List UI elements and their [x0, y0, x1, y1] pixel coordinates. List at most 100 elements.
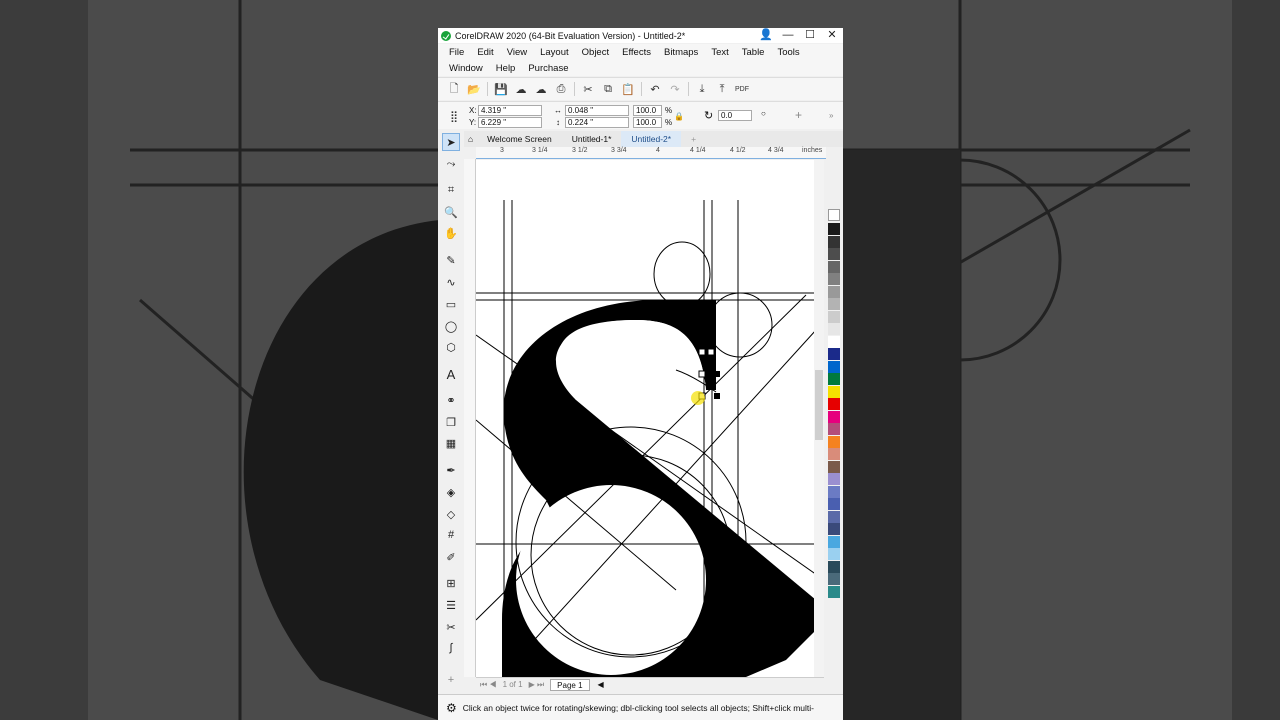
pick-tool-icon[interactable]: ➤	[442, 133, 460, 151]
color-swatch[interactable]	[828, 448, 840, 460]
smart-fill-icon[interactable]: ◇	[442, 505, 460, 523]
scale-width-field[interactable]: 100.0	[633, 105, 662, 116]
no-color-swatch[interactable]	[828, 209, 840, 221]
drawing-canvas[interactable]	[476, 160, 824, 677]
account-icon[interactable]: 👤	[755, 28, 777, 43]
object-origin-icon[interactable]: ⣿	[444, 107, 464, 125]
save-icon[interactable]: 💾	[491, 80, 511, 98]
menu-layout[interactable]: Layout	[533, 47, 575, 58]
color-swatch[interactable]	[828, 535, 840, 548]
close-button[interactable]: ✕	[821, 28, 843, 43]
color-swatch[interactable]	[828, 460, 840, 473]
horizontal-ruler[interactable]: 3 3 1/4 3 1/2 3 3/4 4 4 1/4 4 1/2 4 3/4 …	[476, 147, 826, 159]
artistic-media-icon[interactable]: ∿	[442, 273, 460, 291]
ellipse-tool-icon[interactable]: ◯	[442, 317, 460, 335]
hscroll-left-icon[interactable]: ◀	[598, 680, 604, 689]
color-swatch[interactable]	[828, 235, 840, 248]
color-swatch[interactable]	[828, 498, 840, 510]
color-swatch[interactable]	[828, 360, 840, 373]
color-swatch[interactable]	[828, 310, 840, 323]
menu-help[interactable]: Help	[489, 63, 522, 74]
vertical-ruler[interactable]	[464, 159, 476, 677]
rectangle-tool-icon[interactable]: ▭	[442, 295, 460, 313]
menu-table[interactable]: Table	[735, 47, 771, 58]
color-swatch[interactable]	[828, 523, 840, 535]
polygon-tool-icon[interactable]: ⬡	[442, 338, 460, 356]
menu-edit[interactable]: Edit	[470, 47, 499, 58]
menu-window[interactable]: Window	[442, 63, 489, 74]
color-swatch[interactable]	[828, 348, 840, 360]
export-icon[interactable]: ⤒	[712, 80, 732, 98]
color-swatch[interactable]	[828, 335, 840, 348]
rotation-field[interactable]: 0.0	[718, 110, 752, 121]
smudge-tool-icon[interactable]: ∫	[442, 639, 460, 657]
color-swatch[interactable]	[828, 223, 840, 235]
x-position-field[interactable]: 4.319 "	[478, 105, 542, 116]
menu-purchase[interactable]: Purchase	[521, 63, 574, 74]
open-icon[interactable]: 📂	[464, 80, 484, 98]
drop-shadow-icon[interactable]: ❐	[442, 413, 460, 431]
blend-tool-icon[interactable]: ⚭	[442, 391, 460, 409]
freehand-tool-icon[interactable]: ✎	[442, 251, 460, 269]
new-tab-icon[interactable]: +	[681, 131, 706, 147]
paste-icon[interactable]: 📋	[618, 80, 638, 98]
pan-tool-icon[interactable]: ✋	[442, 224, 460, 242]
menu-bitmaps[interactable]: Bitmaps	[657, 47, 704, 58]
add-preset-icon[interactable]: +	[795, 109, 802, 121]
color-swatch[interactable]	[828, 323, 840, 335]
color-swatch[interactable]	[828, 373, 840, 385]
add-tool-icon[interactable]: +	[442, 671, 460, 689]
dimension-tool-icon[interactable]: ☰	[442, 596, 460, 614]
maximize-button[interactable]: ☐	[799, 28, 821, 43]
copy-icon[interactable]: ⧉	[598, 80, 618, 98]
scale-height-field[interactable]: 100.0	[633, 117, 662, 128]
redo-icon[interactable]: ↷	[665, 80, 685, 98]
vertical-scrollbar[interactable]	[814, 160, 824, 677]
settings-gear-icon[interactable]: ⚙	[446, 701, 457, 715]
height-field[interactable]: 0.224 "	[565, 117, 629, 128]
color-swatch[interactable]	[828, 573, 840, 585]
color-swatch[interactable]	[828, 548, 840, 560]
crop-tool-icon[interactable]: ⌗	[442, 181, 460, 199]
color-swatch[interactable]	[828, 510, 840, 523]
color-swatch[interactable]	[828, 410, 840, 423]
transparency-icon[interactable]: ▦	[442, 434, 460, 452]
first-page-icon[interactable]: ⏮ ◀	[480, 680, 497, 690]
page-1-tab[interactable]: Page 1	[550, 678, 590, 691]
minimize-button[interactable]: —	[777, 28, 799, 43]
menu-text[interactable]: Text	[704, 47, 734, 58]
color-swatch[interactable]	[828, 260, 840, 273]
menu-object[interactable]: Object	[575, 47, 615, 58]
menu-effects[interactable]: Effects	[615, 47, 657, 58]
knife-tool-icon[interactable]: ✂	[442, 618, 460, 636]
menu-view[interactable]: View	[500, 47, 533, 58]
home-icon[interactable]: ⌂	[464, 131, 477, 147]
tab-welcome-screen[interactable]: Welcome Screen	[477, 131, 562, 147]
color-swatch[interactable]	[828, 435, 840, 448]
cloud-download-icon[interactable]: ☁	[531, 80, 551, 98]
shape-tool-icon[interactable]: ⤳	[442, 155, 460, 173]
color-swatch[interactable]	[828, 585, 840, 598]
y-position-field[interactable]: 6.229 "	[478, 117, 542, 128]
cloud-upload-icon[interactable]: ☁	[511, 80, 531, 98]
color-swatch[interactable]	[828, 485, 840, 498]
scroll-thumb[interactable]	[815, 370, 823, 440]
tab-untitled-2[interactable]: Untitled-2*	[621, 131, 682, 147]
color-swatch[interactable]	[828, 398, 840, 410]
color-swatch[interactable]	[828, 285, 840, 298]
print-icon[interactable]: ⎙	[551, 80, 571, 98]
last-page-icon[interactable]: ▶ ⏭	[529, 680, 545, 690]
lock-ratio-icon[interactable]: 🔒	[674, 111, 684, 122]
mesh-fill-icon[interactable]: #	[442, 526, 460, 544]
color-swatch[interactable]	[828, 423, 840, 435]
color-swatch[interactable]	[828, 560, 840, 573]
eyedropper-icon[interactable]: ✒	[442, 461, 460, 479]
import-icon[interactable]: ⤓	[692, 80, 712, 98]
new-document-icon[interactable]: 🗋	[444, 80, 464, 98]
undo-icon[interactable]: ↶	[645, 80, 665, 98]
menu-tools[interactable]: Tools	[770, 47, 805, 58]
color-swatch[interactable]	[828, 473, 840, 485]
overflow-chevron-icon[interactable]: »	[829, 110, 833, 121]
publish-pdf-icon[interactable]: PDF	[732, 80, 752, 98]
text-tool-icon[interactable]: A	[442, 365, 460, 383]
